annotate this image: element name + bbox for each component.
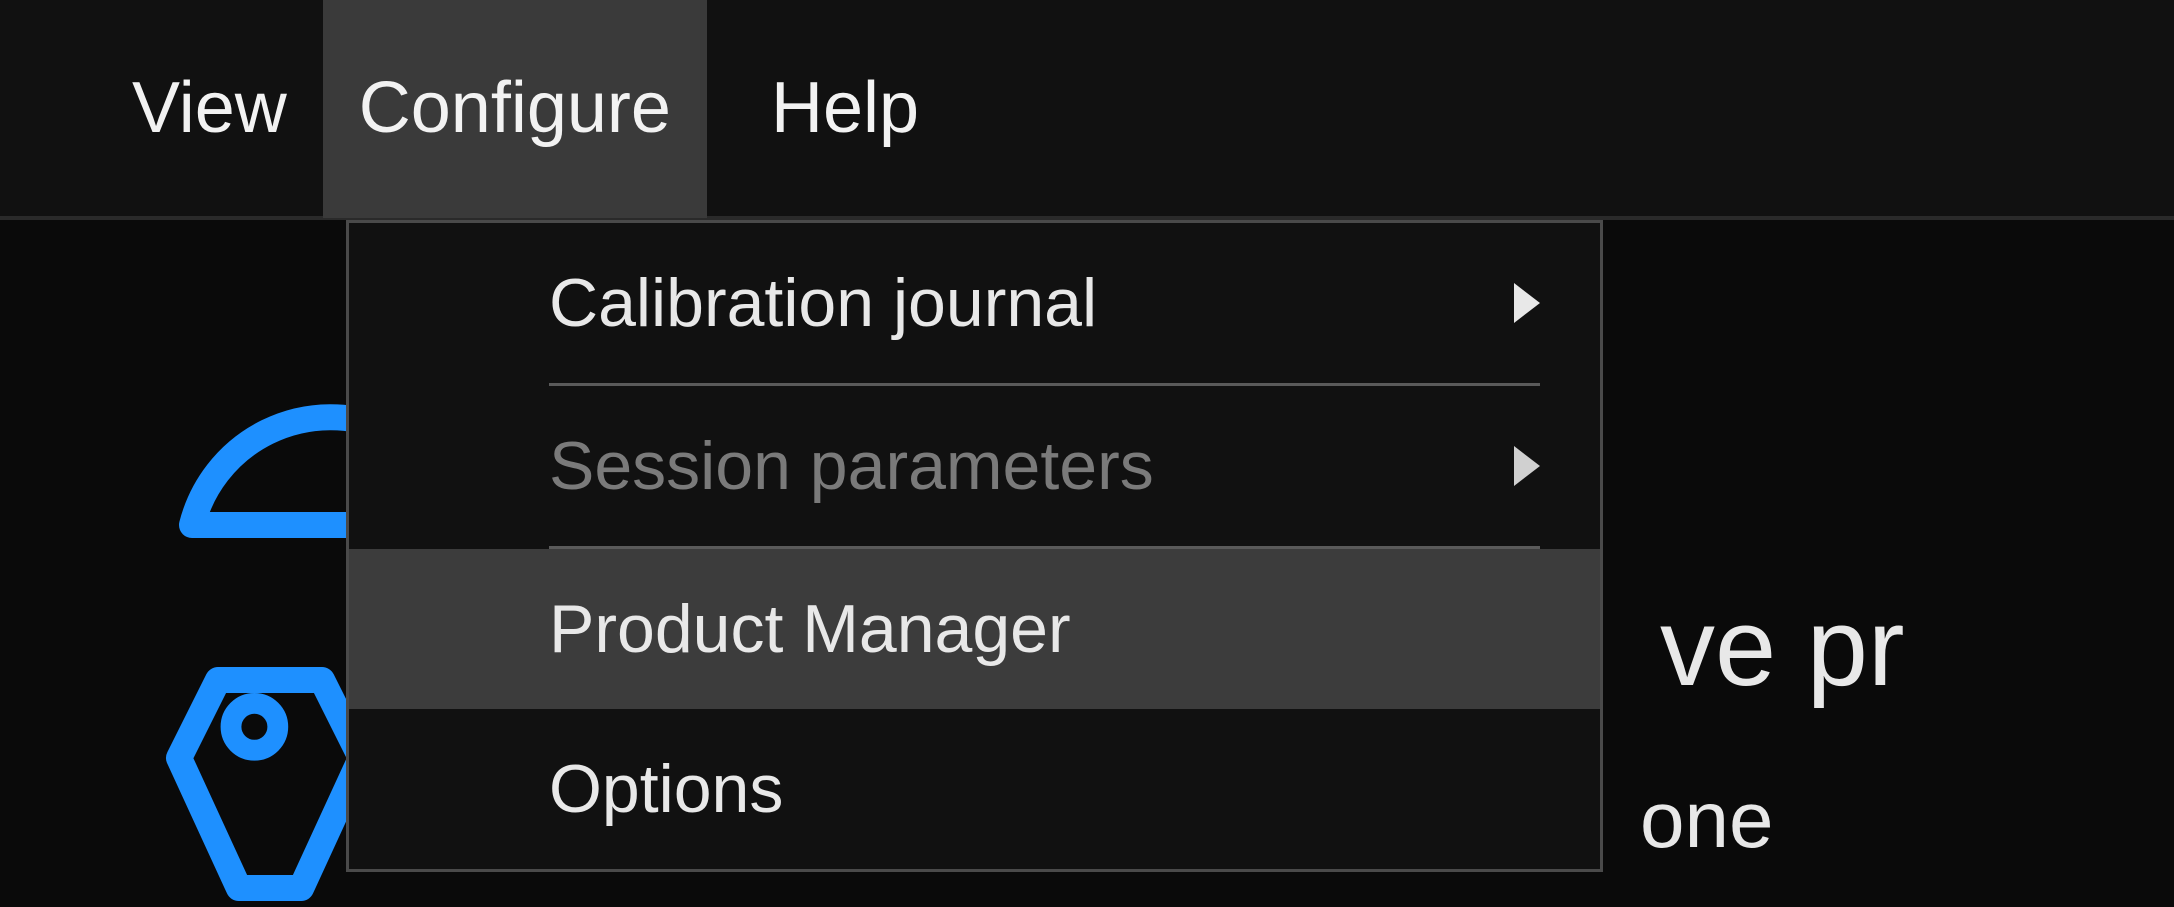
menuitem-session-parameters: Session parameters: [349, 386, 1600, 546]
submenu-arrow-icon: [1514, 446, 1540, 486]
menu-help[interactable]: Help: [735, 0, 955, 218]
menuitem-label: Product Manager: [549, 590, 1540, 668]
bg-text-fragment-one: one: [1640, 774, 1773, 866]
bg-text-fragment-p: P: [860, 894, 927, 907]
menu-view[interactable]: View: [96, 0, 323, 218]
menuitem-product-manager[interactable]: Product Manager: [349, 549, 1600, 709]
bg-text-fragment-vepr: ve pr: [1660, 584, 1905, 711]
menu-configure[interactable]: Configure: [323, 0, 707, 218]
configure-dropdown: Calibration journal Session parameters P…: [346, 220, 1603, 872]
menuitem-label: Options: [549, 750, 1540, 828]
menuitem-label: Calibration journal: [549, 264, 1514, 342]
menuitem-calibration-journal[interactable]: Calibration journal: [349, 223, 1600, 383]
menuitem-label: Session parameters: [549, 427, 1514, 505]
submenu-arrow-icon: [1514, 283, 1540, 323]
menubar: View Configure Help: [0, 0, 2174, 220]
menuitem-options[interactable]: Options: [349, 709, 1600, 869]
